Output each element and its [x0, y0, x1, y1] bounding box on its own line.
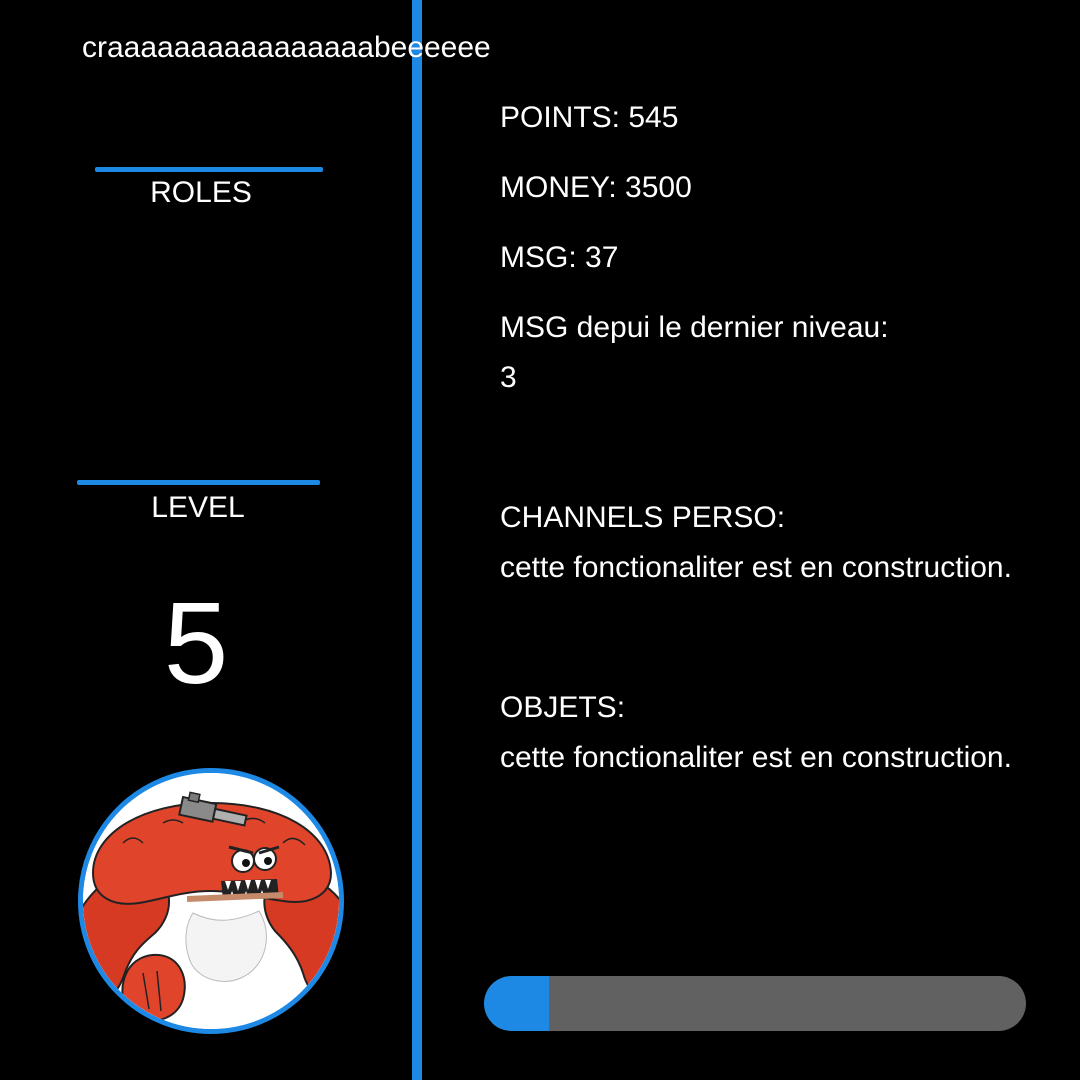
channels-status-text: cette fonctionaliter est en construction…: [500, 551, 1012, 584]
level-progress-fill: [484, 976, 549, 1031]
channels-heading: CHANNELS PERSO:: [500, 501, 786, 534]
avatar-circle: [78, 768, 344, 1034]
level-progress-bar: [484, 976, 1026, 1031]
red-crab-with-gun-avatar-icon: [83, 773, 339, 1029]
money-stat: MONEY: 3500: [500, 171, 692, 204]
level-divider-line: [77, 480, 320, 485]
objects-heading: OBJETS:: [500, 691, 626, 724]
msg-since-level-value: 3: [500, 361, 517, 394]
roles-heading: ROLES: [150, 176, 252, 209]
points-stat: POINTS: 545: [500, 101, 679, 134]
objects-status-text: cette fonctionaliter est en construction…: [500, 741, 1012, 774]
username: craaaaaaaaaaaaaaaabeeeeee: [82, 31, 491, 64]
level-value: 5: [163, 578, 229, 708]
msg-since-level-label: MSG depui le dernier niveau:: [500, 311, 889, 344]
avatar: [76, 766, 344, 1034]
vertical-divider: [412, 0, 422, 1080]
msg-stat: MSG: 37: [500, 241, 619, 274]
level-heading: LEVEL: [151, 491, 245, 524]
roles-divider-line: [95, 167, 323, 172]
